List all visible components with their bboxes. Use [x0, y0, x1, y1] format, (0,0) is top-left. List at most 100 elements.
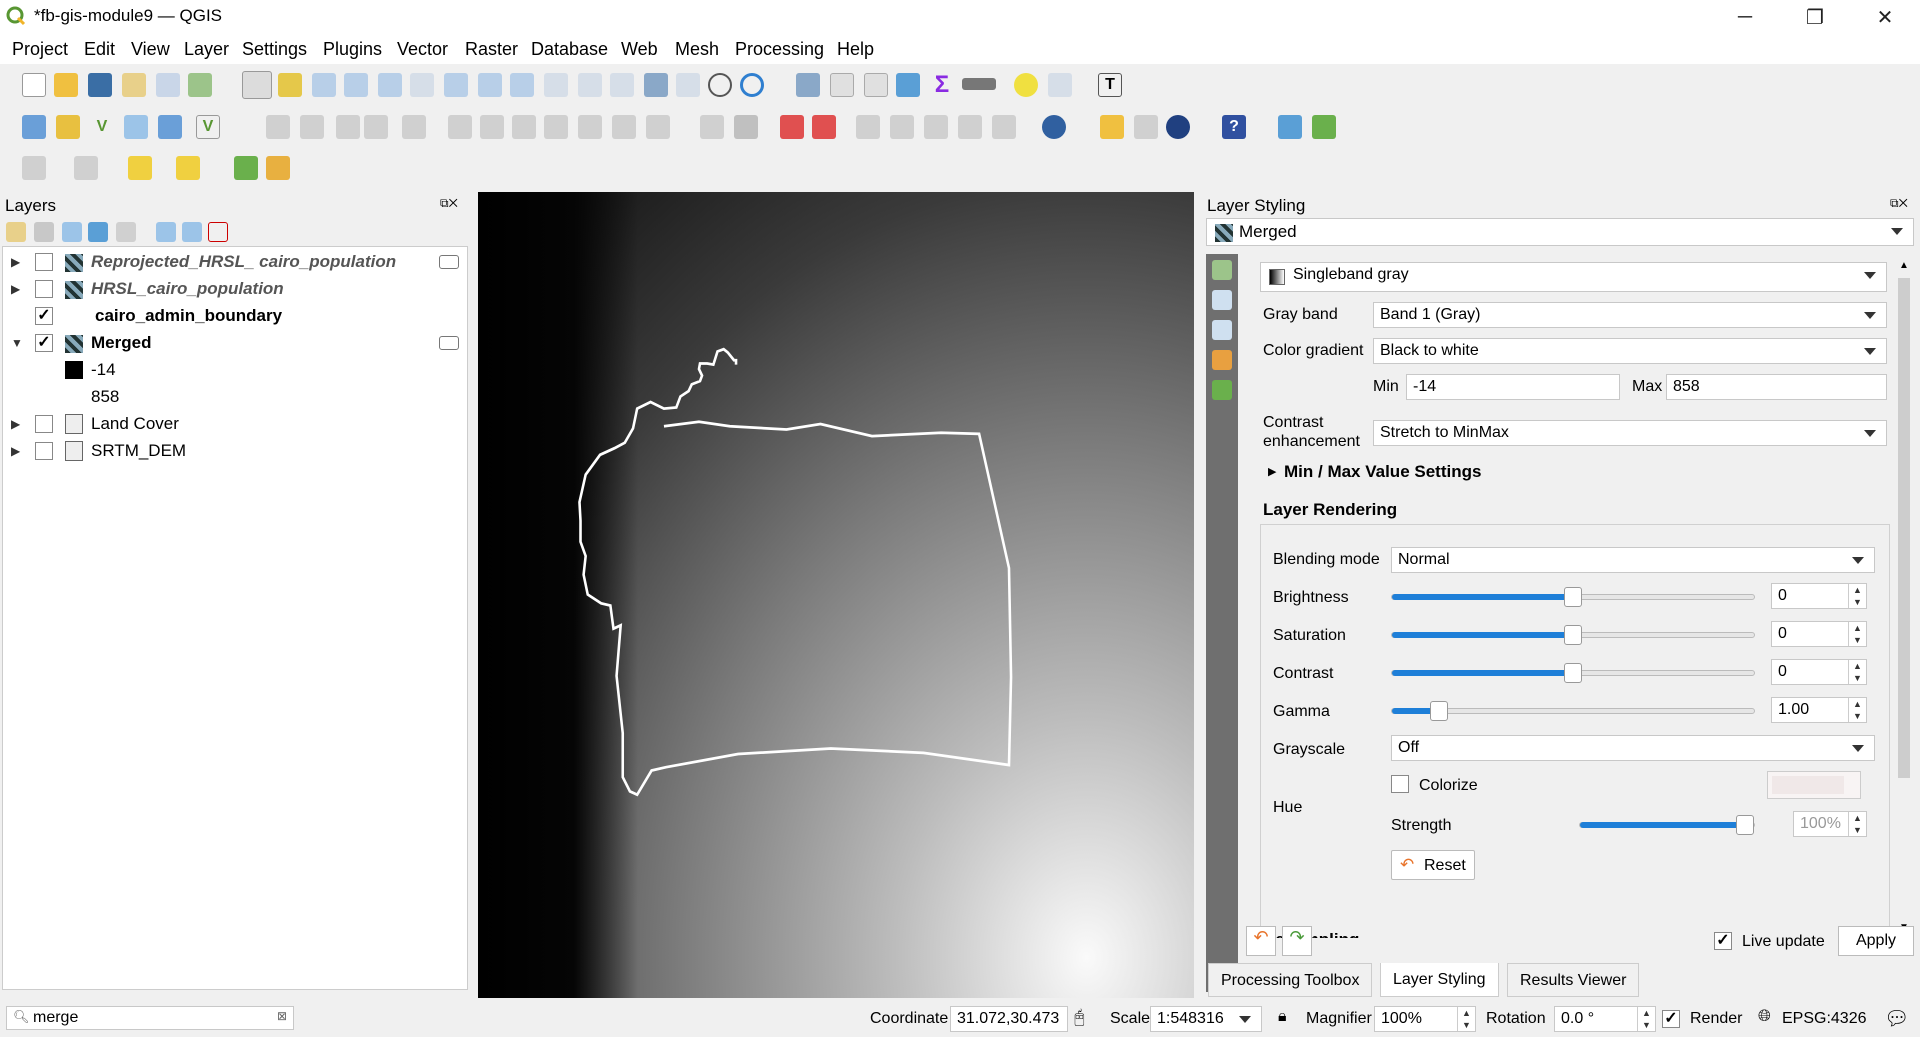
quickmapservices-icon[interactable] [1042, 115, 1066, 139]
coordinate-input[interactable]: 31.072,30.473 [950, 1006, 1068, 1032]
quick-osm-icon[interactable] [266, 156, 290, 180]
save-project-icon[interactable] [88, 73, 112, 97]
styling-scrollbar[interactable]: ▲ ▼ [1896, 258, 1912, 938]
add-group-icon[interactable] [34, 222, 54, 242]
show-bookmarks-icon[interactable] [676, 73, 700, 97]
select-by-expression-icon[interactable] [176, 156, 200, 180]
statistics-sigma-icon[interactable]: Σ [930, 73, 954, 97]
change-label-icon[interactable] [992, 115, 1016, 139]
contrast-spinbox[interactable]: 0 ▲ ▼ [1771, 659, 1867, 685]
spin-arrows-icon[interactable]: ▲ ▼ [1848, 698, 1866, 722]
expand-arrow-icon[interactable]: ▶ [11, 255, 20, 269]
clear-icon[interactable]: ⊠ [277, 1009, 287, 1023]
layer-select-combo[interactable]: Merged [1206, 218, 1914, 246]
slider-handle[interactable] [1564, 587, 1582, 607]
plugin-tool-icon[interactable] [1134, 115, 1158, 139]
select-features-icon[interactable] [22, 156, 46, 180]
select-by-location-icon[interactable] [1048, 73, 1072, 97]
layer-item-land-cover[interactable]: ▶ Land Cover [3, 411, 469, 437]
attribute-table-icon[interactable] [830, 73, 854, 97]
pan-hand-icon[interactable] [242, 71, 272, 99]
data-source-manager-icon[interactable] [22, 115, 46, 139]
restore-button[interactable]: ❐ [1780, 0, 1850, 34]
cut-features-icon[interactable] [512, 115, 536, 139]
open-project-icon[interactable] [54, 73, 78, 97]
tab-layer-styling[interactable]: Layer Styling [1380, 963, 1499, 997]
gps-tool-icon[interactable] [1312, 115, 1336, 139]
minmax-settings-header[interactable]: Min / Max Value Settings [1284, 462, 1481, 482]
zoom-in-icon[interactable] [312, 73, 336, 97]
spin-arrows-icon[interactable]: ▲ ▼ [1637, 1007, 1655, 1031]
expand-arrow-icon[interactable]: ▶ [1268, 465, 1276, 478]
messages-icon[interactable]: 💬︎ [1884, 1006, 1909, 1031]
manage-themes-icon[interactable] [62, 222, 82, 242]
find-icon[interactable] [234, 156, 258, 180]
delete-selected-icon[interactable] [480, 115, 504, 139]
layer-visibility-checkbox[interactable]: ✓ [35, 307, 53, 325]
add-feature-icon[interactable] [364, 115, 388, 139]
remove-layer-icon[interactable] [208, 222, 228, 242]
spin-arrows-icon[interactable]: ▲ ▼ [1848, 584, 1866, 608]
brightness-spinbox[interactable]: 0 ▲ ▼ [1771, 583, 1867, 609]
float-panel-icon[interactable]: ⧉✕ [440, 196, 458, 211]
add-vector-icon[interactable]: V [90, 115, 114, 139]
rotation-spinbox[interactable]: 0.0 ° ▲ ▼ [1554, 1006, 1656, 1032]
zoom-full-icon[interactable] [378, 73, 402, 97]
gamma-slider[interactable] [1391, 701, 1755, 721]
new-map-view-icon[interactable] [578, 73, 602, 97]
symbology-tab-icon[interactable] [1212, 260, 1232, 280]
blending-mode-combo[interactable]: Normal [1391, 547, 1875, 573]
menu-view[interactable]: View [131, 39, 170, 60]
slider-handle[interactable] [1736, 815, 1754, 835]
menu-project[interactable]: Project [12, 39, 68, 60]
identify-icon[interactable] [796, 73, 820, 97]
open-styling-icon[interactable] [6, 222, 26, 242]
strength-slider[interactable] [1579, 815, 1755, 835]
scale-combo[interactable]: 1:548316 [1150, 1006, 1262, 1032]
move-label-icon[interactable] [924, 115, 948, 139]
saturation-slider[interactable] [1391, 625, 1755, 645]
slider-handle[interactable] [1564, 625, 1582, 645]
toggle-editing-icon[interactable] [300, 115, 324, 139]
tab-results-viewer[interactable]: Results Viewer [1507, 963, 1640, 997]
saturation-spinbox[interactable]: 0 ▲ ▼ [1771, 621, 1867, 647]
menu-vector[interactable]: Vector [397, 39, 448, 60]
colorize-color-button[interactable] [1767, 771, 1861, 799]
layer-visibility-checkbox[interactable]: ✓ [35, 334, 53, 352]
menu-mesh[interactable]: Mesh [675, 39, 719, 60]
minimize-button[interactable]: ─ [1710, 0, 1780, 34]
field-calculator-icon[interactable] [864, 73, 888, 97]
filter-legend-icon[interactable] [88, 222, 108, 242]
undo-icon[interactable] [612, 115, 636, 139]
new-bookmark-icon[interactable] [644, 73, 668, 97]
layer-visibility-checkbox[interactable] [35, 415, 53, 433]
brightness-slider[interactable] [1391, 587, 1755, 607]
embedded-widget-icon[interactable] [439, 336, 459, 350]
gamma-spinbox[interactable]: 1.00 ▲ ▼ [1771, 697, 1867, 723]
menu-layer[interactable]: Layer [184, 39, 229, 60]
select-value-icon[interactable] [74, 156, 98, 180]
histogram-tab-icon[interactable] [1212, 320, 1232, 340]
menu-edit[interactable]: Edit [84, 39, 115, 60]
slider-handle[interactable] [1564, 663, 1582, 683]
layer-item-merged[interactable]: ▼ ✓ Merged [3, 330, 469, 356]
magnifier-spinbox[interactable]: 100% ▲ ▼ [1374, 1006, 1476, 1032]
new-geopackage-icon[interactable] [56, 115, 80, 139]
slider-handle[interactable] [1430, 701, 1448, 721]
reset-button[interactable]: ↶ Reset [1391, 850, 1475, 880]
spin-arrows-icon[interactable]: ▲ ▼ [1848, 660, 1866, 684]
zoom-last-icon[interactable] [510, 73, 534, 97]
spin-arrows-icon[interactable]: ▲ ▼ [1848, 812, 1866, 836]
gray-band-combo[interactable]: Band 1 (Gray) [1373, 302, 1887, 328]
add-delimited-icon[interactable] [124, 115, 148, 139]
strength-spinbox[interactable]: 100% ▲ ▼ [1793, 811, 1867, 837]
crs-button[interactable]: EPSG:4326 [1782, 1010, 1867, 1028]
layer-visibility-checkbox[interactable] [35, 280, 53, 298]
text-annotation-icon[interactable]: T [1098, 73, 1122, 97]
rendering-tab-icon[interactable] [1212, 350, 1232, 370]
modify-attributes-icon[interactable] [448, 115, 472, 139]
layout-manager-icon[interactable] [156, 73, 180, 97]
help-icon[interactable]: ? [1222, 115, 1246, 139]
grayscale-combo[interactable]: Off [1391, 735, 1875, 761]
apply-button[interactable]: Apply [1838, 926, 1914, 956]
